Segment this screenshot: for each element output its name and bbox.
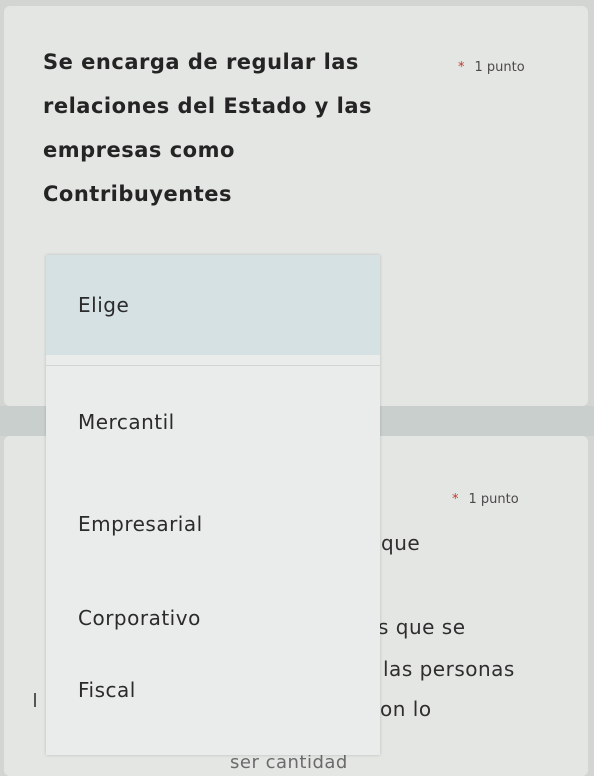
dropdown-option-empresarial[interactable]: Empresarial: [46, 460, 380, 554]
cursor-mark: [34, 693, 36, 707]
dropdown-option-label: Corporativo: [78, 606, 201, 630]
dropdown-option-label: Fiscal: [78, 678, 136, 702]
dropdown-selected-option[interactable]: Elige: [46, 255, 380, 355]
question-2-text-fragment: s que se: [378, 615, 466, 639]
question-2-points: * 1 punto: [452, 492, 519, 507]
question-1-title-line: Contribuyentes: [43, 182, 233, 206]
dropdown-divider: [46, 355, 380, 366]
dropdown-option-label: Mercantil: [78, 410, 175, 434]
dropdown-option-mercantil[interactable]: Mercantil: [46, 366, 380, 460]
answer-dropdown-menu[interactable]: Elige Mercantil Empresarial Corporativo …: [46, 255, 380, 755]
question-1-title-line: relaciones del Estado y las: [43, 94, 373, 118]
points-label: 1 punto: [474, 60, 525, 75]
required-asterisk: *: [452, 492, 459, 507]
question-2-text-fragment: que: [381, 531, 421, 555]
required-asterisk: *: [458, 60, 465, 75]
dropdown-placeholder: Elige: [78, 293, 130, 317]
points-label: 1 punto: [468, 492, 519, 507]
question-1-title: Se encarga de regular las relaciones del…: [43, 40, 423, 216]
dropdown-option-fiscal[interactable]: Fiscal: [46, 648, 380, 742]
question-1-title-line: empresas como: [43, 138, 235, 162]
question-1-title-line: Se encarga de regular las: [43, 50, 359, 74]
dropdown-option-corporativo[interactable]: Corporativo: [46, 554, 380, 648]
question-2-text-fragment: las personas: [383, 657, 515, 681]
dropdown-option-label: Empresarial: [78, 512, 203, 536]
question-1-points: * 1 punto: [458, 60, 525, 75]
question-2-text-fragment: on lo: [380, 697, 432, 721]
question-2-text-fragment: ser cantidad: [230, 752, 348, 773]
